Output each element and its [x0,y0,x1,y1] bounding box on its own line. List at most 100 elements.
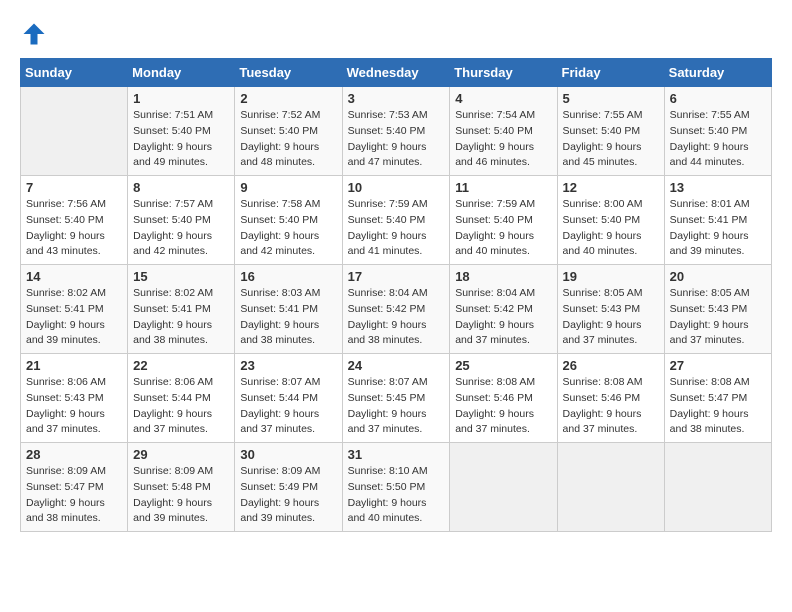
calendar-cell: 27 Sunrise: 8:08 AMSunset: 5:47 PMDayligh… [664,354,771,443]
day-info: Sunrise: 8:08 AMSunset: 5:46 PMDaylight:… [455,375,551,438]
day-number: 4 [455,91,551,106]
calendar-cell: 20 Sunrise: 8:05 AMSunset: 5:43 PMDayligh… [664,265,771,354]
day-number: 19 [563,269,659,284]
day-info: Sunrise: 7:59 AMSunset: 5:40 PMDaylight:… [455,197,551,260]
day-info: Sunrise: 8:07 AMSunset: 5:45 PMDaylight:… [348,375,445,438]
calendar-cell: 29 Sunrise: 8:09 AMSunset: 5:48 PMDayligh… [128,443,235,532]
day-number: 15 [133,269,229,284]
day-info: Sunrise: 7:55 AMSunset: 5:40 PMDaylight:… [563,108,659,171]
calendar-cell [21,87,128,176]
calendar-cell: 3Sunrise: 7:53 AMSunset: 5:40 PMDaylight… [342,87,450,176]
day-info: Sunrise: 8:09 AMSunset: 5:49 PMDaylight:… [240,464,336,527]
day-info: Sunrise: 8:00 AMSunset: 5:40 PMDaylight:… [563,197,659,260]
calendar-cell: 15 Sunrise: 8:02 AMSunset: 5:41 PMDayligh… [128,265,235,354]
col-header-tuesday: Tuesday [235,59,342,87]
calendar-cell: 19 Sunrise: 8:05 AMSunset: 5:43 PMDayligh… [557,265,664,354]
day-number: 21 [26,358,122,373]
calendar-cell: 6Sunrise: 7:55 AMSunset: 5:40 PMDaylight… [664,87,771,176]
calendar-cell: 22 Sunrise: 8:06 AMSunset: 5:44 PMDayligh… [128,354,235,443]
day-info: Sunrise: 8:08 AMSunset: 5:47 PMDaylight:… [670,375,766,438]
calendar-cell [450,443,557,532]
calendar-cell [664,443,771,532]
logo [20,20,52,48]
day-info: Sunrise: 7:59 AMSunset: 5:40 PMDaylight:… [348,197,445,260]
col-header-thursday: Thursday [450,59,557,87]
calendar-cell: 11 Sunrise: 7:59 AMSunset: 5:40 PMDayligh… [450,176,557,265]
day-number: 14 [26,269,122,284]
day-number: 1 [133,91,229,106]
calendar-cell: 12 Sunrise: 8:00 AMSunset: 5:40 PMDayligh… [557,176,664,265]
day-info: Sunrise: 7:51 AMSunset: 5:40 PMDaylight:… [133,108,229,171]
calendar-week-1: 1 Sunrise: 7:51 AMSunset: 5:40 PMDaylight… [21,87,772,176]
day-info: Sunrise: 7:57 AMSunset: 5:40 PMDaylight:… [133,197,229,260]
calendar-cell: 21Sunrise: 8:06 AMSunset: 5:43 PMDayligh… [21,354,128,443]
day-info: Sunrise: 7:54 AMSunset: 5:40 PMDaylight:… [455,108,551,171]
day-info: Sunrise: 7:52 AMSunset: 5:40 PMDaylight:… [240,108,336,171]
calendar-cell: 17 Sunrise: 8:04 AMSunset: 5:42 PMDayligh… [342,265,450,354]
col-header-friday: Friday [557,59,664,87]
calendar-cell: 16 Sunrise: 8:03 AMSunset: 5:41 PMDayligh… [235,265,342,354]
day-info: Sunrise: 8:03 AMSunset: 5:41 PMDaylight:… [240,286,336,349]
calendar-cell: 10 Sunrise: 7:59 AMSunset: 5:40 PMDayligh… [342,176,450,265]
calendar-week-5: 28 Sunrise: 8:09 AMSunset: 5:47 PMDayligh… [21,443,772,532]
day-number: 22 [133,358,229,373]
day-number: 20 [670,269,766,284]
col-header-saturday: Saturday [664,59,771,87]
col-header-wednesday: Wednesday [342,59,450,87]
col-header-monday: Monday [128,59,235,87]
col-header-sunday: Sunday [21,59,128,87]
day-number: 16 [240,269,336,284]
calendar-cell: 1 Sunrise: 7:51 AMSunset: 5:40 PMDaylight… [128,87,235,176]
day-number: 28 [26,447,122,462]
logo-icon [20,20,48,48]
calendar-week-2: 7Sunrise: 7:56 AMSunset: 5:40 PMDaylight… [21,176,772,265]
header-row: SundayMondayTuesdayWednesdayThursdayFrid… [21,59,772,87]
calendar-table: SundayMondayTuesdayWednesdayThursdayFrid… [20,58,772,532]
day-info: Sunrise: 8:10 AMSunset: 5:50 PMDaylight:… [348,464,445,527]
day-number: 26 [563,358,659,373]
day-number: 11 [455,180,551,195]
calendar-cell: 26 Sunrise: 8:08 AMSunset: 5:46 PMDayligh… [557,354,664,443]
calendar-cell: 13 Sunrise: 8:01 AMSunset: 5:41 PMDayligh… [664,176,771,265]
calendar-cell: 4 Sunrise: 7:54 AMSunset: 5:40 PMDaylight… [450,87,557,176]
day-number: 23 [240,358,336,373]
day-number: 24 [348,358,445,373]
day-info: Sunrise: 8:02 AMSunset: 5:41 PMDaylight:… [133,286,229,349]
day-number: 12 [563,180,659,195]
day-number: 8 [133,180,229,195]
day-info: Sunrise: 8:07 AMSunset: 5:44 PMDaylight:… [240,375,336,438]
day-number: 30 [240,447,336,462]
calendar-cell: 7Sunrise: 7:56 AMSunset: 5:40 PMDaylight… [21,176,128,265]
day-number: 31 [348,447,445,462]
day-info: Sunrise: 8:04 AMSunset: 5:42 PMDaylight:… [348,286,445,349]
calendar-cell: 30 Sunrise: 8:09 AMSunset: 5:49 PMDayligh… [235,443,342,532]
day-number: 13 [670,180,766,195]
day-info: Sunrise: 7:53 AMSunset: 5:40 PMDaylight:… [348,108,445,171]
day-number: 27 [670,358,766,373]
page-header [20,20,772,48]
day-info: Sunrise: 8:06 AMSunset: 5:44 PMDaylight:… [133,375,229,438]
day-info: Sunrise: 8:05 AMSunset: 5:43 PMDaylight:… [670,286,766,349]
day-info: Sunrise: 8:05 AMSunset: 5:43 PMDaylight:… [563,286,659,349]
calendar-cell: 9 Sunrise: 7:58 AMSunset: 5:40 PMDaylight… [235,176,342,265]
day-number: 29 [133,447,229,462]
calendar-cell [557,443,664,532]
day-number: 9 [240,180,336,195]
day-number: 25 [455,358,551,373]
day-number: 10 [348,180,445,195]
calendar-cell: 5 Sunrise: 7:55 AMSunset: 5:40 PMDaylight… [557,87,664,176]
calendar-cell: 31 Sunrise: 8:10 AMSunset: 5:50 PMDayligh… [342,443,450,532]
day-number: 5 [563,91,659,106]
day-info: Sunrise: 8:09 AMSunset: 5:48 PMDaylight:… [133,464,229,527]
calendar-week-4: 21Sunrise: 8:06 AMSunset: 5:43 PMDayligh… [21,354,772,443]
day-info: Sunrise: 8:08 AMSunset: 5:46 PMDaylight:… [563,375,659,438]
calendar-cell: 18Sunrise: 8:04 AMSunset: 5:42 PMDayligh… [450,265,557,354]
calendar-week-3: 14 Sunrise: 8:02 AMSunset: 5:41 PMDayligh… [21,265,772,354]
calendar-cell: 8 Sunrise: 7:57 AMSunset: 5:40 PMDaylight… [128,176,235,265]
day-number: 17 [348,269,445,284]
day-info: Sunrise: 7:58 AMSunset: 5:40 PMDaylight:… [240,197,336,260]
day-info: Sunrise: 8:09 AMSunset: 5:47 PMDaylight:… [26,464,122,527]
calendar-cell: 24 Sunrise: 8:07 AMSunset: 5:45 PMDayligh… [342,354,450,443]
calendar-cell: 14Sunrise: 8:02 AMSunset: 5:41 PMDayligh… [21,265,128,354]
day-info: Sunrise: 8:01 AMSunset: 5:41 PMDaylight:… [670,197,766,260]
